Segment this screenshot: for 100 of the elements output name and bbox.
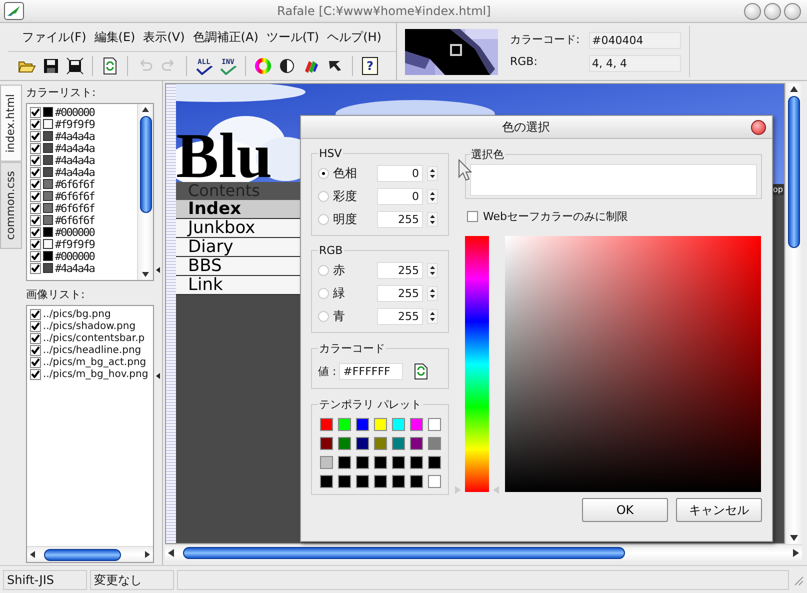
palette-swatch[interactable]: [320, 418, 333, 431]
palette-swatch[interactable]: [410, 437, 423, 450]
scroll-up-icon[interactable]: [790, 86, 798, 92]
checkbox[interactable]: [30, 166, 41, 178]
spin-button[interactable]: [427, 166, 438, 181]
palette-swatch[interactable]: [374, 456, 387, 469]
checkbox[interactable]: [30, 308, 41, 320]
checkbox[interactable]: [30, 320, 41, 332]
palette-swatch[interactable]: [338, 475, 351, 488]
palette-swatch[interactable]: [356, 456, 369, 469]
palette-swatch[interactable]: [428, 418, 441, 431]
palette-swatch[interactable]: [356, 418, 369, 431]
spin-button[interactable]: [427, 212, 438, 227]
checkbox[interactable]: [30, 332, 41, 344]
checkbox[interactable]: [30, 154, 41, 166]
menu-item[interactable]: 表示(V): [141, 28, 187, 46]
ok-button[interactable]: OK: [582, 498, 668, 522]
palette-swatch[interactable]: [338, 456, 351, 469]
menu-item[interactable]: 色調補正(A): [190, 28, 260, 46]
palette-swatch[interactable]: [392, 437, 405, 450]
palette-swatch[interactable]: [320, 437, 333, 450]
checkbox[interactable]: [30, 130, 41, 142]
radio-button[interactable]: [318, 168, 329, 179]
scroll-left-icon[interactable]: [168, 549, 174, 557]
radio-button[interactable]: [318, 191, 329, 202]
page-menu-link[interactable]: Link: [176, 276, 302, 295]
checkbox[interactable]: [30, 118, 41, 130]
palette-swatch[interactable]: [374, 418, 387, 431]
scrollbar[interactable]: [165, 544, 802, 561]
number-field[interactable]: 255: [377, 308, 423, 325]
menu-item[interactable]: ツール(T): [264, 28, 322, 46]
palette-swatch[interactable]: [392, 456, 405, 469]
checkbox[interactable]: [30, 142, 41, 154]
cancel-button[interactable]: キャンセル: [676, 498, 762, 522]
up-arrow-icon[interactable]: [430, 266, 435, 269]
refresh-icon[interactable]: [414, 362, 428, 380]
scrollbar[interactable]: [137, 104, 153, 280]
scroll-right-icon[interactable]: [793, 549, 799, 557]
scrollbar-thumb[interactable]: [183, 547, 625, 559]
collapse-arrow-icon[interactable]: [156, 267, 160, 273]
palette-swatch[interactable]: [320, 475, 333, 488]
palette-swatch[interactable]: [374, 437, 387, 450]
color-code-field[interactable]: #FFFFFF: [339, 362, 404, 380]
checkbox[interactable]: [30, 202, 41, 214]
scroll-down-icon[interactable]: [790, 535, 798, 541]
checkbox[interactable]: [30, 178, 41, 190]
checkbox[interactable]: [30, 106, 41, 118]
up-arrow-icon[interactable]: [430, 289, 435, 292]
scroll-right-icon[interactable]: [145, 551, 150, 558]
number-field[interactable]: 255: [377, 285, 423, 302]
palette-swatch[interactable]: [410, 456, 423, 469]
checkbox[interactable]: [30, 368, 41, 380]
up-arrow-icon[interactable]: [430, 169, 435, 172]
up-arrow-icon[interactable]: [430, 215, 435, 218]
palette-swatch[interactable]: [428, 456, 441, 469]
down-arrow-icon[interactable]: [430, 198, 435, 201]
palette-swatch[interactable]: [356, 437, 369, 450]
radio-button[interactable]: [318, 214, 329, 225]
palette-swatch[interactable]: [338, 418, 351, 431]
down-arrow-icon[interactable]: [430, 221, 435, 224]
scroll-down-icon[interactable]: [142, 272, 149, 277]
palette-swatch[interactable]: [356, 475, 369, 488]
slider-marker-icon[interactable]: [455, 486, 499, 494]
palette-swatch[interactable]: [392, 475, 405, 488]
menu-item[interactable]: 編集(E): [92, 28, 138, 46]
scroll-left-icon[interactable]: [30, 551, 35, 558]
resize-grip-icon[interactable]: [792, 574, 804, 586]
file-tab[interactable]: common.css: [0, 162, 22, 249]
palette-swatch[interactable]: [392, 418, 405, 431]
checkbox[interactable]: [30, 356, 41, 368]
file-tab[interactable]: index.html: [0, 85, 22, 162]
up-arrow-icon[interactable]: [430, 312, 435, 315]
page-menu-link[interactable]: Index: [176, 200, 302, 219]
number-field[interactable]: 0: [377, 188, 423, 205]
radio-button[interactable]: [318, 265, 329, 276]
checkbox[interactable]: [30, 238, 41, 250]
spin-button[interactable]: [427, 286, 438, 301]
page-menu-link[interactable]: BBS: [176, 257, 302, 276]
palette-swatch[interactable]: [410, 475, 423, 488]
checkbox[interactable]: [30, 226, 41, 238]
spin-button[interactable]: [427, 309, 438, 324]
scrollbar-thumb[interactable]: [788, 96, 800, 248]
palette-swatch[interactable]: [374, 475, 387, 488]
color-field[interactable]: [505, 236, 761, 492]
checkbox[interactable]: [467, 211, 478, 222]
scrollbar-thumb[interactable]: [140, 116, 152, 213]
palette-swatch[interactable]: [428, 437, 441, 450]
palette-swatch[interactable]: [428, 475, 441, 488]
collapse-arrow-icon[interactable]: [156, 373, 160, 379]
checkbox[interactable]: [30, 344, 41, 356]
page-menu-link[interactable]: Junkbox: [176, 219, 302, 238]
palette-swatch[interactable]: [320, 456, 333, 469]
checkbox[interactable]: [30, 250, 41, 262]
palette-swatch[interactable]: [338, 437, 351, 450]
menu-item[interactable]: ファイル(F): [20, 28, 88, 46]
down-arrow-icon[interactable]: [430, 318, 435, 321]
spin-button[interactable]: [427, 189, 438, 204]
up-arrow-icon[interactable]: [430, 192, 435, 195]
number-field[interactable]: 255: [377, 262, 423, 279]
number-field[interactable]: 0: [377, 165, 423, 182]
